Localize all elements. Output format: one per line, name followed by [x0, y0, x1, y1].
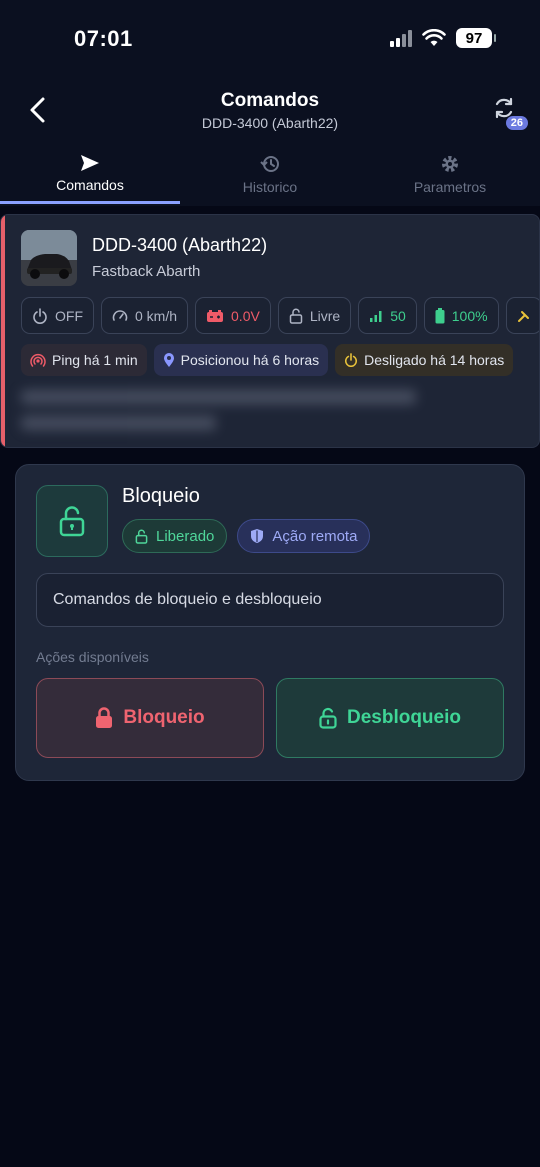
tab-historico[interactable]: Historico: [180, 150, 360, 206]
command-tags: Liberado Ação remota: [122, 519, 371, 553]
lock-status-chip: Livre: [277, 297, 352, 334]
send-icon: [81, 155, 99, 171]
tab-label: Historico: [242, 179, 298, 195]
tab-comandos[interactable]: Comandos: [0, 150, 180, 206]
status-icons: 97: [390, 28, 496, 48]
command-title: Bloqueio: [122, 485, 200, 507]
lock-button[interactable]: Bloqueio: [36, 678, 264, 758]
car-battery-icon: [207, 309, 224, 322]
blurred-address: [21, 390, 421, 440]
more-chip: [505, 297, 539, 334]
command-icon-tile: [36, 485, 108, 557]
page-subtitle: DDD-3400 (Abarth22): [201, 115, 339, 131]
tab-parametros[interactable]: Parametros: [360, 150, 540, 206]
ignition-chip: OFF: [21, 297, 94, 334]
lock-closed-icon: [96, 707, 113, 728]
voltage-chip: 0.0V: [195, 297, 271, 334]
power-icon: [33, 307, 47, 324]
battery-indicator: 97: [456, 28, 496, 48]
ping-icon: [30, 353, 46, 367]
command-card: Bloqueio Liberado Ação remota Comandos d…: [15, 464, 525, 781]
wifi-icon: [422, 29, 446, 46]
remote-action-badge: Ação remota: [237, 519, 371, 553]
vehicle-status-chips: OFF 0 km/h 0.0V Livre 50 100%: [21, 297, 539, 334]
position-tag: Posicionou há 6 horas: [153, 344, 329, 376]
history-icon: [260, 156, 279, 172]
unlock-button[interactable]: Desbloqueio: [276, 678, 504, 758]
app-screen: 07:01 97 Comandos DDD-3400 (Abarth22) 26…: [0, 0, 540, 1167]
lock-open-icon: [289, 308, 303, 324]
top-bar: 07:01 97 Comandos DDD-3400 (Abarth22) 26…: [0, 0, 540, 206]
status-time: 07:01: [74, 26, 133, 51]
vehicle-event-tags: Ping há 1 min Posicionou há 6 horas Desl…: [21, 344, 514, 376]
refresh-count-badge: 26: [505, 116, 528, 130]
lock-open-icon: [135, 529, 148, 544]
ping-tag: Ping há 1 min: [21, 344, 147, 376]
command-description: Comandos de bloqueio e desbloqueio: [36, 573, 504, 627]
location-pin-icon: [163, 353, 174, 367]
cellular-signal-icon: [390, 29, 412, 47]
page-title: Comandos: [220, 90, 320, 111]
power-icon: [345, 353, 358, 367]
gear-icon: [442, 156, 458, 172]
battery-icon: [435, 307, 445, 323]
refresh-button[interactable]: 26: [492, 96, 528, 130]
lock-open-icon: [319, 707, 337, 729]
vehicle-card[interactable]: DDD-3400 (Abarth22) Fastback Abarth OFF …: [0, 214, 540, 448]
tab-label: Comandos: [56, 177, 124, 193]
gsm-signal-chip: 50: [358, 297, 417, 334]
shield-icon: [251, 529, 264, 543]
tab-label: Parametros: [413, 179, 487, 195]
ignition-off-tag: Desligado há 14 horas: [335, 344, 514, 376]
actions-label: Ações disponíveis: [36, 649, 149, 665]
tab-bar: Comandos Historico Parametros: [0, 150, 540, 206]
satellite-icon: [517, 310, 529, 322]
vehicle-photo: [21, 230, 77, 286]
lock-open-icon: [59, 506, 85, 537]
status-badge: Liberado: [122, 519, 228, 553]
active-tab-indicator: [0, 201, 180, 204]
signal-bars-icon: [370, 310, 382, 322]
speedometer-icon: [112, 309, 128, 321]
vehicle-model: Fastback Abarth: [92, 263, 201, 280]
device-battery-chip: 100%: [423, 297, 499, 334]
vehicle-name: DDD-3400 (Abarth22): [92, 235, 268, 255]
speed-chip: 0 km/h: [101, 297, 189, 334]
